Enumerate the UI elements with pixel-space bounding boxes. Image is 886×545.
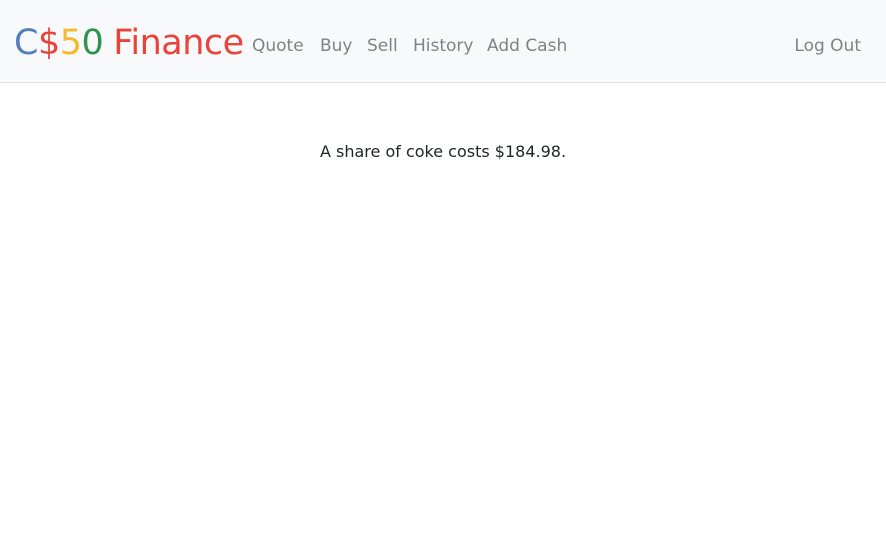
nav-link-sell[interactable]: Sell	[367, 34, 398, 58]
nav-link-logout[interactable]: Log Out	[794, 34, 861, 58]
brand-dollar-sign: $	[37, 23, 60, 63]
brand-digit-five: 5	[59, 23, 82, 63]
nav-link-history[interactable]: History	[413, 34, 473, 58]
brand-word-finance: Finance	[113, 23, 244, 63]
quote-result-message: A share of coke costs $184.98.	[319, 142, 567, 161]
nav-link-add-cash[interactable]: Add Cash	[487, 34, 567, 58]
brand-letter-c: C	[14, 23, 38, 63]
navbar: C$50 Finance Quote Buy Sell History Add C…	[0, 0, 886, 83]
brand-digit-zero: 0	[81, 23, 104, 63]
brand-logo-link[interactable]: C$50 Finance	[14, 22, 244, 64]
nav-link-quote[interactable]: Quote	[252, 34, 304, 58]
nav-link-buy[interactable]: Buy	[320, 34, 353, 58]
